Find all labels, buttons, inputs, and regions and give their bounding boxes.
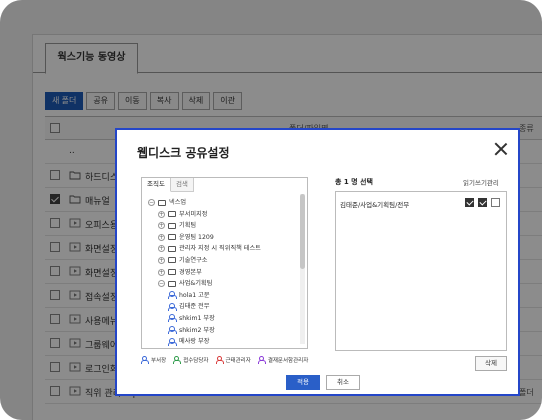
tree-label: 김태준 전무 <box>179 303 210 311</box>
tree-department[interactable]: + 관리자 지정 시 직위직책 테스트 <box>148 243 298 255</box>
tree-department[interactable]: − 넥스업 <box>148 197 298 209</box>
user-icon <box>168 326 177 335</box>
legend-item: 결재문서함관리자 <box>257 356 309 364</box>
tree-label: 넥스업 <box>169 199 187 206</box>
legend-item: 부서장 <box>141 356 166 364</box>
legend-item: 접수담당자 <box>173 356 209 364</box>
delete-button[interactable]: 삭제 <box>475 356 507 371</box>
tree-label: 기획팀 <box>179 222 197 230</box>
folder-icon <box>168 257 176 264</box>
folder-icon <box>168 280 176 287</box>
write-permission-checkbox[interactable] <box>478 198 487 207</box>
expand-icon[interactable]: + <box>158 245 165 253</box>
folder-icon <box>168 234 176 241</box>
tree-department[interactable]: + 운영팀 1209 <box>148 232 298 244</box>
tree-department[interactable]: + 경영본부 <box>148 267 298 279</box>
user-role-icon <box>173 356 182 364</box>
user-role-icon <box>257 356 266 364</box>
org-tabs: 조직도 검색 <box>142 178 194 192</box>
tree-label: 사업&기획팀 <box>179 280 213 288</box>
selected-list: 김태준/사업&기획팀/전무 <box>335 191 507 351</box>
tree-user[interactable]: 김태준 전무 <box>148 301 298 313</box>
tree-scrollbar[interactable] <box>300 194 305 344</box>
tree-user[interactable]: 메사랑 부장 <box>148 336 298 347</box>
selected-count: 총 1 명 선택 <box>335 178 373 186</box>
expand-icon[interactable]: + <box>158 222 165 230</box>
collapse-icon[interactable]: − <box>158 280 165 288</box>
folder-icon <box>168 222 176 229</box>
legend-label: 근태관리자 <box>225 358 251 364</box>
user-role-icon <box>215 356 224 364</box>
apply-button[interactable]: 적용 <box>286 375 320 390</box>
tree-user[interactable]: shkim1 부장 <box>148 313 298 325</box>
selected-user-row[interactable]: 김태준/사업&기획팀/전무 <box>340 197 502 209</box>
tree-label: shkim1 부장 <box>179 314 215 322</box>
read-permission-checkbox[interactable] <box>465 198 474 207</box>
selected-user-name: 김태준/사업&기획팀/전무 <box>340 201 410 209</box>
tree-department[interactable]: + 기획팀 <box>148 220 298 232</box>
collapse-icon[interactable]: − <box>148 199 155 206</box>
manage-permission-checkbox[interactable] <box>491 198 500 207</box>
folder-icon <box>158 199 166 206</box>
tab-org-chart[interactable]: 조직도 <box>142 178 171 192</box>
expand-icon[interactable]: + <box>158 268 165 276</box>
folder-icon <box>168 211 176 218</box>
tree-label: shkim2 부장 <box>179 326 215 334</box>
close-icon[interactable] <box>494 142 508 156</box>
tree-department[interactable]: − 사업&기획팀 <box>148 278 298 290</box>
app-frame: 웍스기능 동영상 새 폴더 공유 이동 복사 삭제 이관 폴더/파일명 종류 .… <box>0 0 542 420</box>
expand-icon[interactable]: + <box>158 256 165 264</box>
tree-label: hola1 고문 <box>179 291 210 299</box>
legend-label: 결재문서함관리자 <box>267 358 309 364</box>
expand-icon[interactable]: + <box>158 233 165 241</box>
permission-header: 읽기쓰기관리 <box>463 179 499 187</box>
tree-label: 기술연구소 <box>179 256 208 264</box>
legend-item: 근태관리자 <box>215 356 251 364</box>
tree-department[interactable]: + 부서미지정 <box>148 209 298 221</box>
tree-label: 메사랑 부장 <box>179 338 210 346</box>
tree-user[interactable]: hola1 고문 <box>148 290 298 302</box>
folder-icon <box>168 245 176 252</box>
tree-department[interactable]: + 기술연구소 <box>148 255 298 267</box>
scrollbar-thumb[interactable] <box>300 194 305 269</box>
tree-user[interactable]: shkim2 부장 <box>148 325 298 337</box>
org-panel: 조직도 검색 − 넥스업 + 부서미지정 + 기획팀 + 운영팀 1209 + 관리자 지정 시 … <box>141 177 308 349</box>
org-tree: − 넥스업 + 부서미지정 + 기획팀 + 운영팀 1209 + 관리자 지정 시 직위직책 테스… <box>148 197 298 347</box>
role-legend: 부서장 접수담당자 근태관리자 결재문서함관리자 <box>141 356 308 364</box>
tree-label: 부서미지정 <box>179 210 208 218</box>
user-role-icon <box>141 356 149 364</box>
dialog-title: 웹디스크 공유설정 <box>137 146 230 160</box>
tab-search[interactable]: 검색 <box>170 178 194 192</box>
user-icon <box>168 314 177 323</box>
user-icon <box>168 291 177 300</box>
tree-label: 관리자 지정 시 직위직책 테스트 <box>179 245 261 253</box>
legend-label: 부서장 <box>151 358 167 364</box>
share-settings-dialog: 웹디스크 공유설정 조직도 검색 − 넥스업 + 부서미지정 + 기획팀 + 운영팀 1209… <box>115 128 520 396</box>
legend-label: 접수담당자 <box>183 358 209 364</box>
cancel-button[interactable]: 취소 <box>326 375 360 390</box>
user-icon <box>168 337 177 346</box>
tree-label: 경영본부 <box>179 268 202 276</box>
tree-label: 운영팀 1209 <box>179 233 214 241</box>
expand-icon[interactable]: + <box>158 210 165 218</box>
user-icon <box>168 302 177 311</box>
folder-icon <box>168 269 176 276</box>
